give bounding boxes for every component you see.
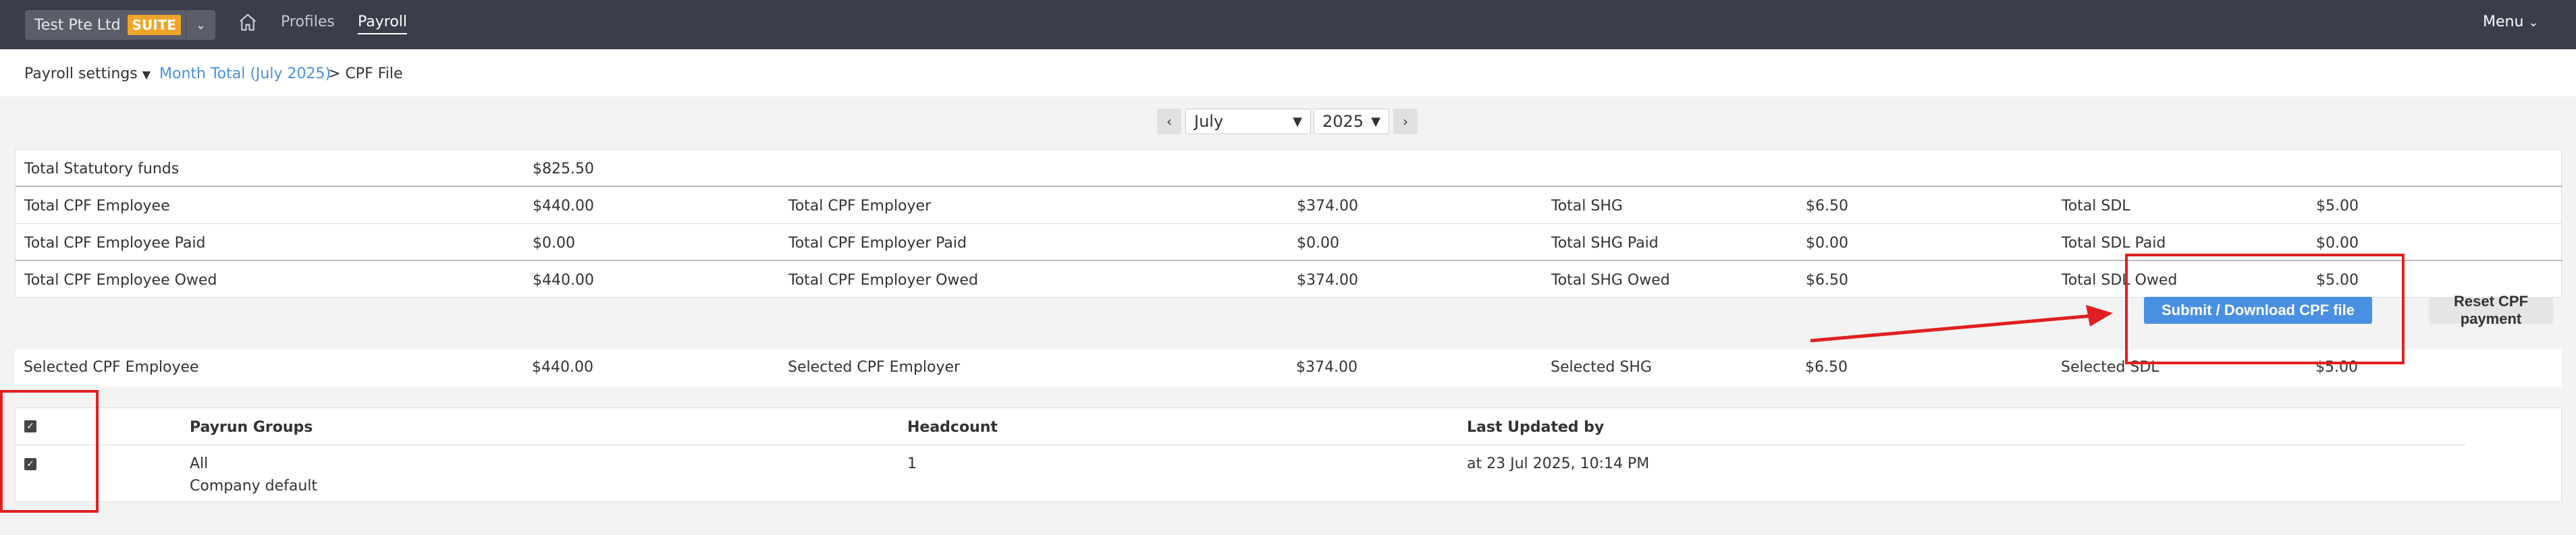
table-row: Total CPF Employee Paid $0.00 Total CPF … <box>16 224 2562 261</box>
cell: Selected SHG <box>1551 359 1652 376</box>
cell: $6.50 <box>1805 359 1848 376</box>
submit-download-cpf-button[interactable]: Submit / Download CPF file <box>2144 297 2372 324</box>
cell: $374.00 <box>1296 359 1358 376</box>
chevron-right-icon: › <box>1403 113 1408 130</box>
group-last-updated: at 23 Jul 2025, 10:14 PM <box>1467 455 1650 472</box>
breadcrumb-current: > CPF File <box>328 65 403 82</box>
cell: Selected CPF Employer <box>788 359 961 376</box>
cell: $440.00 <box>533 272 594 289</box>
row-checkbox[interactable]: ✓ <box>24 458 36 470</box>
cell: $440.00 <box>533 198 594 215</box>
payrun-groups-table: ✓ Payrun Groups Headcount Last Updated b… <box>15 407 2562 502</box>
cell: Total SHG Paid <box>1551 235 1659 252</box>
company-switcher[interactable]: Test Pte Ltd SUITE ⌄ <box>25 10 215 40</box>
breadcrumb-bar: Payroll settings ▼ Month Total (July 202… <box>0 49 2576 96</box>
table-row: Total CPF Employee $440.00 Total CPF Emp… <box>16 187 2562 224</box>
chevron-down-icon[interactable]: ⌄ <box>186 10 215 40</box>
breadcrumb-month-total[interactable]: Month Total (July 2025) <box>159 65 331 82</box>
payroll-settings-label: Payroll settings <box>24 65 138 82</box>
cell: Selected SDL <box>2061 359 2159 376</box>
table-header: ✓ Payrun Groups Headcount Last Updated b… <box>16 408 2466 445</box>
cell: Total SDL Paid <box>2062 235 2166 252</box>
cell: $0.00 <box>1806 235 1848 252</box>
menu-label: Menu <box>2483 13 2524 30</box>
caret-down-icon: ▼ <box>1293 114 1302 129</box>
cell: $374.00 <box>1297 272 1358 289</box>
table-row: Total Statutory funds $825.50 <box>16 150 2562 187</box>
cell: $5.00 <box>2316 198 2359 215</box>
prev-month-button[interactable]: ‹ <box>1157 109 1181 134</box>
chevron-left-icon: ‹ <box>1166 113 1172 130</box>
selected-totals-row: Selected CPF Employee $440.00 Selected C… <box>15 349 2562 387</box>
cell: $374.00 <box>1297 198 1358 215</box>
reset-cpf-payment-button[interactable]: Reset CPF payment <box>2429 293 2553 327</box>
month-value: July <box>1194 112 1224 131</box>
statutory-value: $825.50 <box>533 161 594 177</box>
breadcrumb-current-label: CPF File <box>345 65 403 82</box>
cell: $5.00 <box>2315 359 2358 376</box>
cell: Total CPF Employee Owed <box>24 272 217 289</box>
column-header: Payrun Groups <box>190 419 313 436</box>
cell: Total CPF Employee <box>24 198 170 215</box>
top-navbar: Test Pte Ltd SUITE ⌄ Profiles Payroll Me… <box>0 0 2576 49</box>
select-all-checkbox[interactable]: ✓ <box>24 420 36 432</box>
cell: $0.00 <box>1297 235 1339 252</box>
statutory-label: Total Statutory funds <box>24 161 180 177</box>
company-name: Test Pte Ltd <box>34 16 121 34</box>
year-select[interactable]: 2025 ▼ <box>1314 109 1389 134</box>
year-value: 2025 <box>1322 112 1364 131</box>
cell: Total SDL Owed <box>2062 272 2178 289</box>
cell: $6.50 <box>1806 272 1848 289</box>
breadcrumb-separator: > <box>328 65 341 82</box>
cell: $440.00 <box>532 359 593 376</box>
payroll-settings-dropdown[interactable]: Payroll settings ▼ <box>24 65 151 82</box>
next-month-button[interactable]: › <box>1393 109 1418 134</box>
cell: $6.50 <box>1806 198 1848 215</box>
home-icon[interactable] <box>238 12 258 32</box>
cpf-totals-table: Total Statutory funds $825.50 Total CPF … <box>15 149 2562 298</box>
cell: Selected CPF Employee <box>24 359 199 376</box>
cell: $0.00 <box>2316 235 2359 252</box>
cell: Total CPF Employee Paid <box>24 235 206 252</box>
column-header: Last Updated by <box>1467 419 1605 436</box>
cell: Total CPF Employer Owed <box>788 272 978 289</box>
cell: Total SHG Owed <box>1551 272 1670 289</box>
chevron-down-icon: ⌄ <box>2528 16 2539 30</box>
cell: Total SHG <box>1551 198 1623 215</box>
table-row: Total CPF Employee Owed $440.00 Total CP… <box>16 261 2562 298</box>
caret-down-icon: ▼ <box>142 68 151 81</box>
column-header: Headcount <box>907 419 998 436</box>
nav-payroll[interactable]: Payroll <box>358 13 408 34</box>
annotation-arrow <box>1810 305 2113 343</box>
suite-badge: SUITE <box>127 15 181 35</box>
cell: Total CPF Employer Paid <box>788 235 967 252</box>
month-select[interactable]: July ▼ <box>1185 109 1311 134</box>
group-note: Company default <box>190 478 318 495</box>
cell: $0.00 <box>533 235 575 252</box>
cell: Total SDL <box>2062 198 2130 215</box>
cell: Total CPF Employer <box>788 198 932 215</box>
group-name: All <box>190 455 209 472</box>
cell: $5.00 <box>2316 272 2359 289</box>
group-headcount: 1 <box>907 455 917 472</box>
caret-down-icon: ▼ <box>1371 114 1380 129</box>
menu-button[interactable]: Menu ⌄ <box>2483 13 2539 30</box>
nav-profiles[interactable]: Profiles <box>281 13 335 30</box>
